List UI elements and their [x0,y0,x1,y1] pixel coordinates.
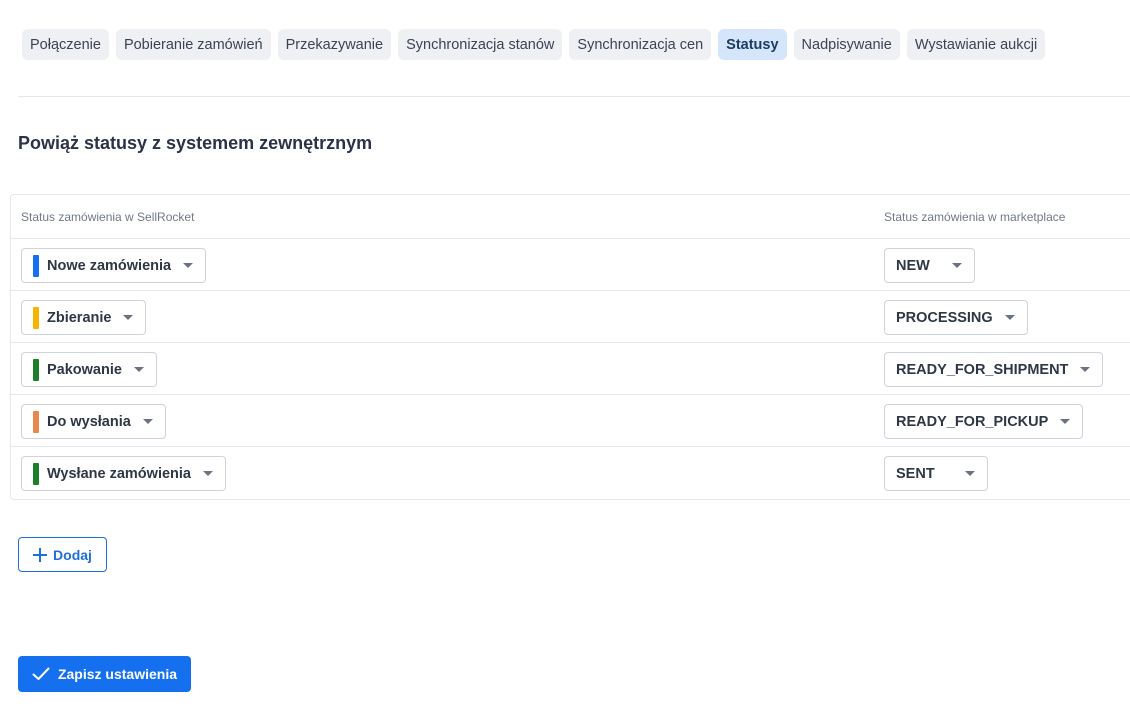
tab-synchronizacja-cen[interactable]: Synchronizacja cen [569,29,712,60]
plus-icon [33,547,48,562]
sellrocket-status-select[interactable]: Pakowanie [21,352,157,387]
sellrocket-status-value: Do wysłania [47,413,131,430]
tab-wystawianie-aukcji[interactable]: Wystawianie aukcji [906,29,1046,60]
caret-down-icon [142,419,153,424]
save-settings-button[interactable]: Zapisz ustawienia [18,656,191,692]
status-color-swatch [33,462,39,485]
sellrocket-status-select[interactable]: Do wysłania [21,404,166,439]
caret-down-icon [1004,315,1015,320]
section-heading: Powiąż statusy z systemem zewnętrznym [18,133,373,153]
marketplace-status-select[interactable]: PROCESSING [884,300,1028,335]
status-color-swatch [33,306,39,329]
caret-down-icon [1080,367,1091,372]
check-icon [32,667,50,680]
save-button-label: Zapisz ustawienia [57,666,178,682]
tab-nadpisywanie[interactable]: Nadpisywanie [793,29,900,60]
marketplace-status-value: SENT [896,465,935,482]
marketplace-status-value: PROCESSING [896,309,993,326]
sellrocket-status-select[interactable]: Wysłane zamówienia [21,456,226,491]
marketplace-status-value: NEW [896,257,930,274]
status-color-swatch [33,358,39,381]
tab-polaczenie[interactable]: Połączenie [22,29,109,60]
column-header-marketplace: Status zamówienia w marketplace [884,210,1066,224]
sellrocket-status-select[interactable]: Zbieranie [21,300,147,335]
table-row: Pakowanie READY_FOR_SHIPMENT [11,343,1130,395]
marketplace-status-select[interactable]: READY_FOR_SHIPMENT [884,352,1104,387]
sellrocket-status-select[interactable]: Nowe zamówienia [21,248,207,283]
tab-statusy[interactable]: Statusy [718,29,787,60]
caret-down-icon [202,471,213,476]
caret-down-icon [951,263,962,268]
marketplace-status-value: READY_FOR_SHIPMENT [896,361,1069,378]
table-row: Wysłane zamówienia SENT [11,447,1130,499]
settings-page: Połączenie Pobieranie zamówień Przekazyw… [0,0,1130,711]
marketplace-status-select[interactable]: READY_FOR_PICKUP [884,404,1084,439]
table-row: Zbieranie PROCESSING [11,291,1130,343]
settings-tabs: Połączenie Pobieranie zamówień Przekazyw… [22,29,1046,60]
table-row: Nowe zamówienia NEW [11,239,1130,291]
tab-synchronizacja-stanow[interactable]: Synchronizacja stanów [398,29,563,60]
table-header: Status zamówienia w SellRocket Status za… [11,195,1130,239]
status-color-swatch [33,254,39,277]
sellrocket-status-value: Zbieranie [47,309,112,326]
marketplace-status-select[interactable]: NEW [884,248,975,283]
sellrocket-status-value: Nowe zamówienia [47,257,172,274]
add-mapping-button[interactable]: Dodaj [18,537,107,572]
divider [18,96,1130,97]
marketplace-status-value: READY_FOR_PICKUP [896,413,1049,430]
caret-down-icon [123,315,134,320]
caret-down-icon [964,471,975,476]
status-color-swatch [33,410,39,433]
caret-down-icon [1060,419,1071,424]
sellrocket-status-value: Wysłane zamówienia [47,465,191,482]
table-row: Do wysłania READY_FOR_PICKUP [11,395,1130,447]
sellrocket-status-value: Pakowanie [47,361,122,378]
column-header-sellrocket: Status zamówienia w SellRocket [21,210,195,224]
marketplace-status-select[interactable]: SENT [884,456,988,491]
caret-down-icon [133,367,144,372]
tab-przekazywanie[interactable]: Przekazywanie [277,29,392,60]
add-button-label: Dodaj [53,546,92,563]
tab-pobieranie-zamowien[interactable]: Pobieranie zamówień [115,29,271,60]
status-mapping-table: Status zamówienia w SellRocket Status za… [10,194,1130,500]
caret-down-icon [183,263,194,268]
